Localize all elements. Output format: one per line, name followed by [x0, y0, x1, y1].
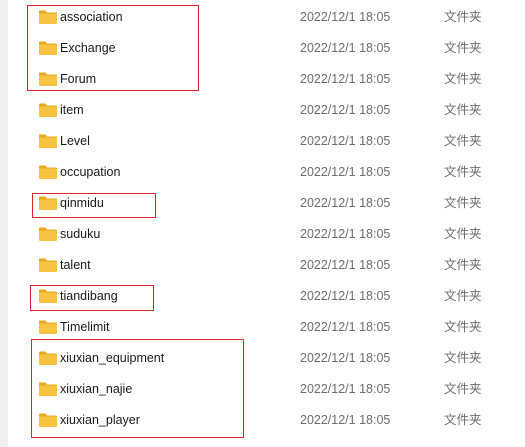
file-type: 文件夹 — [444, 196, 482, 210]
folder-row-item[interactable]: item 2022/12/1 18:05 文件夹 — [24, 94, 504, 125]
folder-row-qinmidu[interactable]: qinmidu 2022/12/1 18:05 文件夹 — [24, 187, 504, 218]
folder-name: suduku — [60, 227, 101, 241]
file-type: 文件夹 — [444, 103, 482, 117]
modified-date: 2022/12/1 18:05 — [300, 41, 391, 55]
modified-date: 2022/12/1 18:05 — [300, 72, 391, 86]
file-type: 文件夹 — [444, 227, 482, 241]
folder-name: tiandibang — [60, 289, 118, 303]
file-type: 文件夹 — [444, 134, 482, 148]
file-type: 文件夹 — [444, 289, 482, 303]
folder-row-timelimit[interactable]: Timelimit 2022/12/1 18:05 文件夹 — [24, 311, 504, 342]
folder-icon — [39, 227, 57, 241]
modified-date: 2022/12/1 18:05 — [300, 134, 391, 148]
folder-icon — [39, 413, 57, 427]
file-type: 文件夹 — [444, 382, 482, 396]
folder-row-tiandibang[interactable]: tiandibang 2022/12/1 18:05 文件夹 — [24, 280, 504, 311]
modified-date: 2022/12/1 18:05 — [300, 10, 391, 24]
folder-name: occupation — [60, 165, 121, 179]
folder-name: Timelimit — [60, 320, 110, 334]
folder-name: item — [60, 103, 84, 117]
folder-row-xiuxian-najie[interactable]: xiuxian_najie 2022/12/1 18:05 文件夹 — [24, 373, 504, 404]
file-type: 文件夹 — [444, 351, 482, 365]
modified-date: 2022/12/1 18:05 — [300, 320, 391, 334]
folder-icon — [39, 289, 57, 303]
folder-icon — [39, 258, 57, 272]
folder-icon — [39, 41, 57, 55]
folder-row-xiuxian-player[interactable]: xiuxian_player 2022/12/1 18:05 文件夹 — [24, 404, 504, 435]
folder-icon — [39, 196, 57, 210]
folder-name: xiuxian_player — [60, 413, 140, 427]
folder-name: association — [60, 10, 123, 24]
folder-icon — [39, 103, 57, 117]
modified-date: 2022/12/1 18:05 — [300, 382, 391, 396]
modified-date: 2022/12/1 18:05 — [300, 413, 391, 427]
folder-name: qinmidu — [60, 196, 104, 210]
folder-row-level[interactable]: Level 2022/12/1 18:05 文件夹 — [24, 125, 504, 156]
folder-name: Level — [60, 134, 90, 148]
file-type: 文件夹 — [444, 258, 482, 272]
file-type: 文件夹 — [444, 320, 482, 334]
modified-date: 2022/12/1 18:05 — [300, 165, 391, 179]
modified-date: 2022/12/1 18:05 — [300, 227, 391, 241]
file-type: 文件夹 — [444, 72, 482, 86]
folder-row-association[interactable]: association 2022/12/1 18:05 文件夹 — [24, 1, 504, 32]
folder-row-suduku[interactable]: suduku 2022/12/1 18:05 文件夹 — [24, 218, 504, 249]
modified-date: 2022/12/1 18:05 — [300, 289, 391, 303]
modified-date: 2022/12/1 18:05 — [300, 351, 391, 365]
folder-name: xiuxian_equipment — [60, 351, 165, 365]
folder-row-exchange[interactable]: Exchange 2022/12/1 18:05 文件夹 — [24, 32, 504, 63]
folder-icon — [39, 10, 57, 24]
folder-icon — [39, 134, 57, 148]
folder-icon — [39, 165, 57, 179]
folder-icon — [39, 72, 57, 86]
folder-name: xiuxian_najie — [60, 382, 133, 396]
folder-row-occupation[interactable]: occupation 2022/12/1 18:05 文件夹 — [24, 156, 504, 187]
folder-icon — [39, 320, 57, 334]
file-type: 文件夹 — [444, 41, 482, 55]
folder-row-xiuxian-equipment[interactable]: xiuxian_equipment 2022/12/1 18:05 文件夹 — [24, 342, 504, 373]
folder-icon — [39, 351, 57, 365]
modified-date: 2022/12/1 18:05 — [300, 103, 391, 117]
modified-date: 2022/12/1 18:05 — [300, 196, 391, 210]
folder-row-talent[interactable]: talent 2022/12/1 18:05 文件夹 — [24, 249, 504, 280]
folder-name: talent — [60, 258, 91, 272]
folder-icon — [39, 382, 57, 396]
file-list: association 2022/12/1 18:05 文件夹 Exchange… — [0, 0, 525, 447]
folder-row-forum[interactable]: Forum 2022/12/1 18:05 文件夹 — [24, 63, 504, 94]
folder-name: Exchange — [60, 41, 116, 55]
folder-name: Forum — [60, 72, 97, 86]
file-type: 文件夹 — [444, 10, 482, 24]
modified-date: 2022/12/1 18:05 — [300, 258, 391, 272]
file-type: 文件夹 — [444, 165, 482, 179]
file-type: 文件夹 — [444, 413, 482, 427]
